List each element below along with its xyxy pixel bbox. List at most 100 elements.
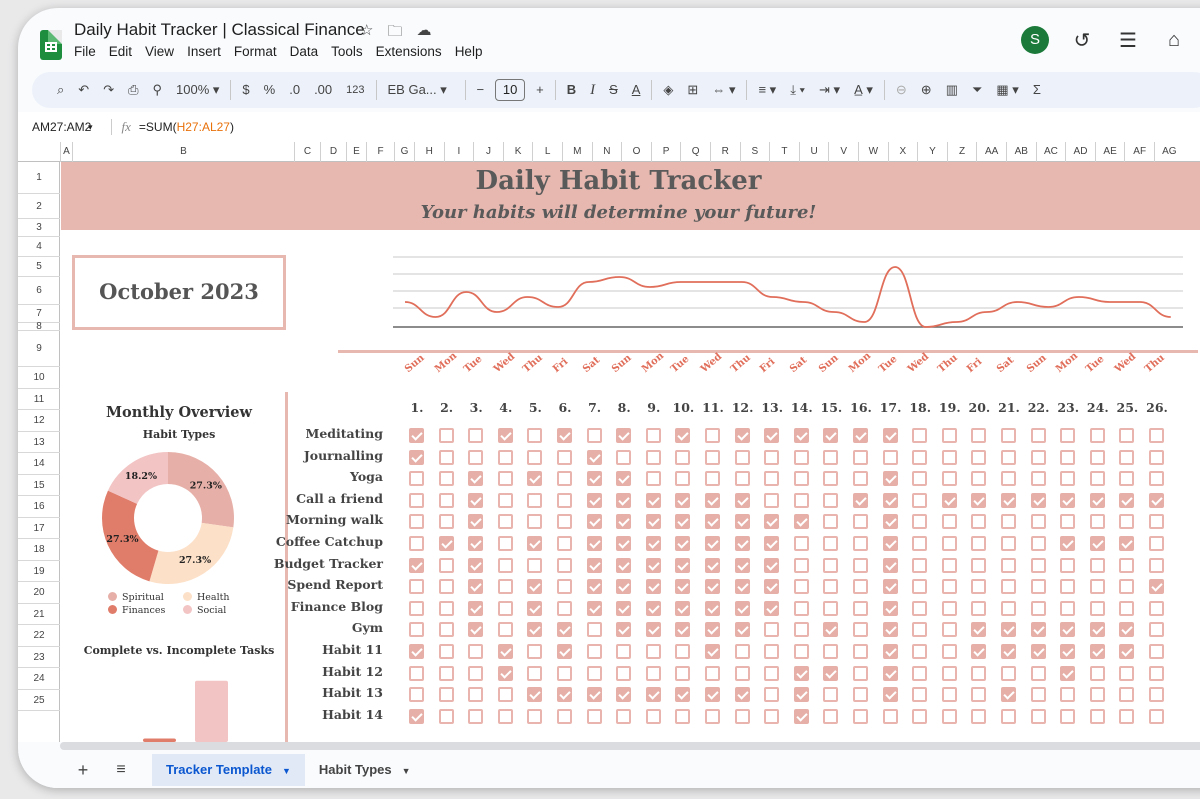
habit-checkbox[interactable] (409, 557, 424, 573)
menu-format[interactable]: Format (234, 44, 277, 59)
habit-checkbox[interactable] (912, 708, 928, 724)
habit-checkbox[interactable] (645, 708, 661, 724)
habit-checkbox[interactable] (468, 665, 484, 681)
habit-checkbox[interactable] (1149, 449, 1164, 465)
habit-checkbox[interactable] (675, 449, 691, 465)
row-header[interactable]: 18 (18, 539, 60, 561)
habit-checkbox[interactable] (705, 428, 720, 443)
row-header[interactable]: 10 (18, 367, 60, 389)
habit-checkbox[interactable] (1149, 600, 1164, 616)
column-header[interactable]: T (769, 142, 799, 162)
column-header[interactable]: Q (680, 142, 710, 162)
habit-checkbox[interactable] (409, 665, 424, 681)
habit-checkbox[interactable] (853, 428, 868, 443)
habit-checkbox[interactable] (764, 644, 780, 659)
habit-checkbox[interactable] (557, 600, 572, 616)
meet-icon[interactable]: ⌂ (1161, 29, 1187, 52)
habit-checkbox[interactable] (1060, 492, 1076, 508)
habit-checkbox[interactable] (1001, 622, 1016, 638)
habit-checkbox[interactable] (793, 665, 809, 681)
search-icon[interactable]: ⌕ (50, 78, 71, 102)
move-to-folder-icon[interactable]: 🗀 (387, 21, 402, 46)
chevron-down-icon[interactable]: ▼ (402, 766, 411, 776)
habit-checkbox[interactable] (468, 708, 484, 724)
habit-checkbox[interactable] (793, 687, 809, 703)
menu-view[interactable]: View (145, 44, 174, 59)
habit-checkbox[interactable] (734, 514, 750, 530)
insert-link-icon[interactable]: ⊖ (889, 78, 914, 102)
habit-checkbox[interactable] (645, 514, 661, 530)
habit-checkbox[interactable] (557, 579, 572, 595)
habit-checkbox[interactable] (1119, 492, 1135, 508)
habit-checkbox[interactable] (705, 622, 720, 638)
habit-checkbox[interactable] (586, 600, 602, 616)
habit-checkbox[interactable] (468, 600, 484, 616)
habit-checkbox[interactable] (1119, 708, 1135, 724)
habit-checkbox[interactable] (1119, 665, 1135, 681)
italic-button[interactable]: I (583, 78, 602, 102)
habit-checkbox[interactable] (1030, 708, 1046, 724)
habit-checkbox[interactable] (764, 665, 780, 681)
habit-checkbox[interactable] (971, 471, 987, 487)
habit-checkbox[interactable] (912, 622, 928, 638)
habit-checkbox[interactable] (823, 492, 839, 508)
habit-checkbox[interactable] (1119, 644, 1135, 659)
habit-checkbox[interactable] (645, 665, 661, 681)
habit-checkbox[interactable] (527, 449, 543, 465)
habit-checkbox[interactable] (971, 557, 987, 573)
habit-checkbox[interactable] (1060, 600, 1076, 616)
habit-checkbox[interactable] (971, 579, 987, 595)
habit-checkbox[interactable] (1030, 600, 1046, 616)
habit-checkbox[interactable] (409, 644, 424, 659)
habit-checkbox[interactable] (882, 449, 898, 465)
habit-checkbox[interactable] (438, 471, 454, 487)
habit-checkbox[interactable] (971, 514, 987, 530)
column-header[interactable]: G (394, 142, 414, 162)
habit-checkbox[interactable] (1060, 428, 1076, 443)
habit-checkbox[interactable] (497, 622, 513, 638)
habit-checkbox[interactable] (1030, 622, 1046, 638)
habit-checkbox[interactable] (616, 708, 632, 724)
text-color-button[interactable]: A (625, 78, 648, 102)
habit-checkbox[interactable] (645, 536, 661, 551)
habit-checkbox[interactable] (793, 492, 809, 508)
habit-checkbox[interactable] (616, 579, 632, 595)
row-header[interactable]: 25 (18, 690, 60, 711)
insert-comment-icon[interactable]: ⊕ (914, 78, 939, 102)
habit-checkbox[interactable] (1149, 428, 1164, 443)
add-sheet-button[interactable]: + (68, 760, 98, 781)
document-title[interactable]: Daily Habit Tracker | Classical Finance (74, 20, 365, 40)
habit-checkbox[interactable] (882, 644, 898, 659)
habit-checkbox[interactable] (527, 514, 543, 530)
habit-checkbox[interactable] (734, 492, 750, 508)
habit-checkbox[interactable] (675, 471, 691, 487)
habit-checkbox[interactable] (912, 579, 928, 595)
row-header[interactable]: 12 (18, 410, 60, 432)
habit-checkbox[interactable] (645, 471, 661, 487)
habit-checkbox[interactable] (941, 622, 957, 638)
habit-checkbox[interactable] (438, 579, 454, 595)
column-header[interactable]: AB (1006, 142, 1036, 162)
habit-checkbox[interactable] (586, 471, 602, 487)
habit-checkbox[interactable] (468, 536, 484, 551)
habit-checkbox[interactable] (1089, 428, 1105, 443)
name-box-dropdown-icon[interactable]: ▾ (88, 122, 93, 133)
habit-checkbox[interactable] (438, 708, 454, 724)
column-header[interactable]: AE (1094, 142, 1125, 162)
habit-checkbox[interactable] (971, 665, 987, 681)
habit-checkbox[interactable] (764, 536, 780, 551)
column-header[interactable]: F (366, 142, 394, 162)
habit-checkbox[interactable] (882, 665, 898, 681)
habit-checkbox[interactable] (1030, 492, 1046, 508)
font-size-input[interactable]: 10 (495, 79, 526, 101)
habit-checkbox[interactable] (1119, 622, 1135, 638)
habit-checkbox[interactable] (1060, 536, 1076, 551)
habit-checkbox[interactable] (764, 557, 780, 573)
row-header[interactable]: 5 (18, 257, 60, 277)
habit-checkbox[interactable] (764, 579, 780, 595)
habit-checkbox[interactable] (793, 536, 809, 551)
habit-checkbox[interactable] (497, 557, 513, 573)
habit-checkbox[interactable] (1001, 708, 1016, 724)
habit-checkbox[interactable] (971, 687, 987, 703)
column-header[interactable]: AF (1124, 142, 1154, 162)
